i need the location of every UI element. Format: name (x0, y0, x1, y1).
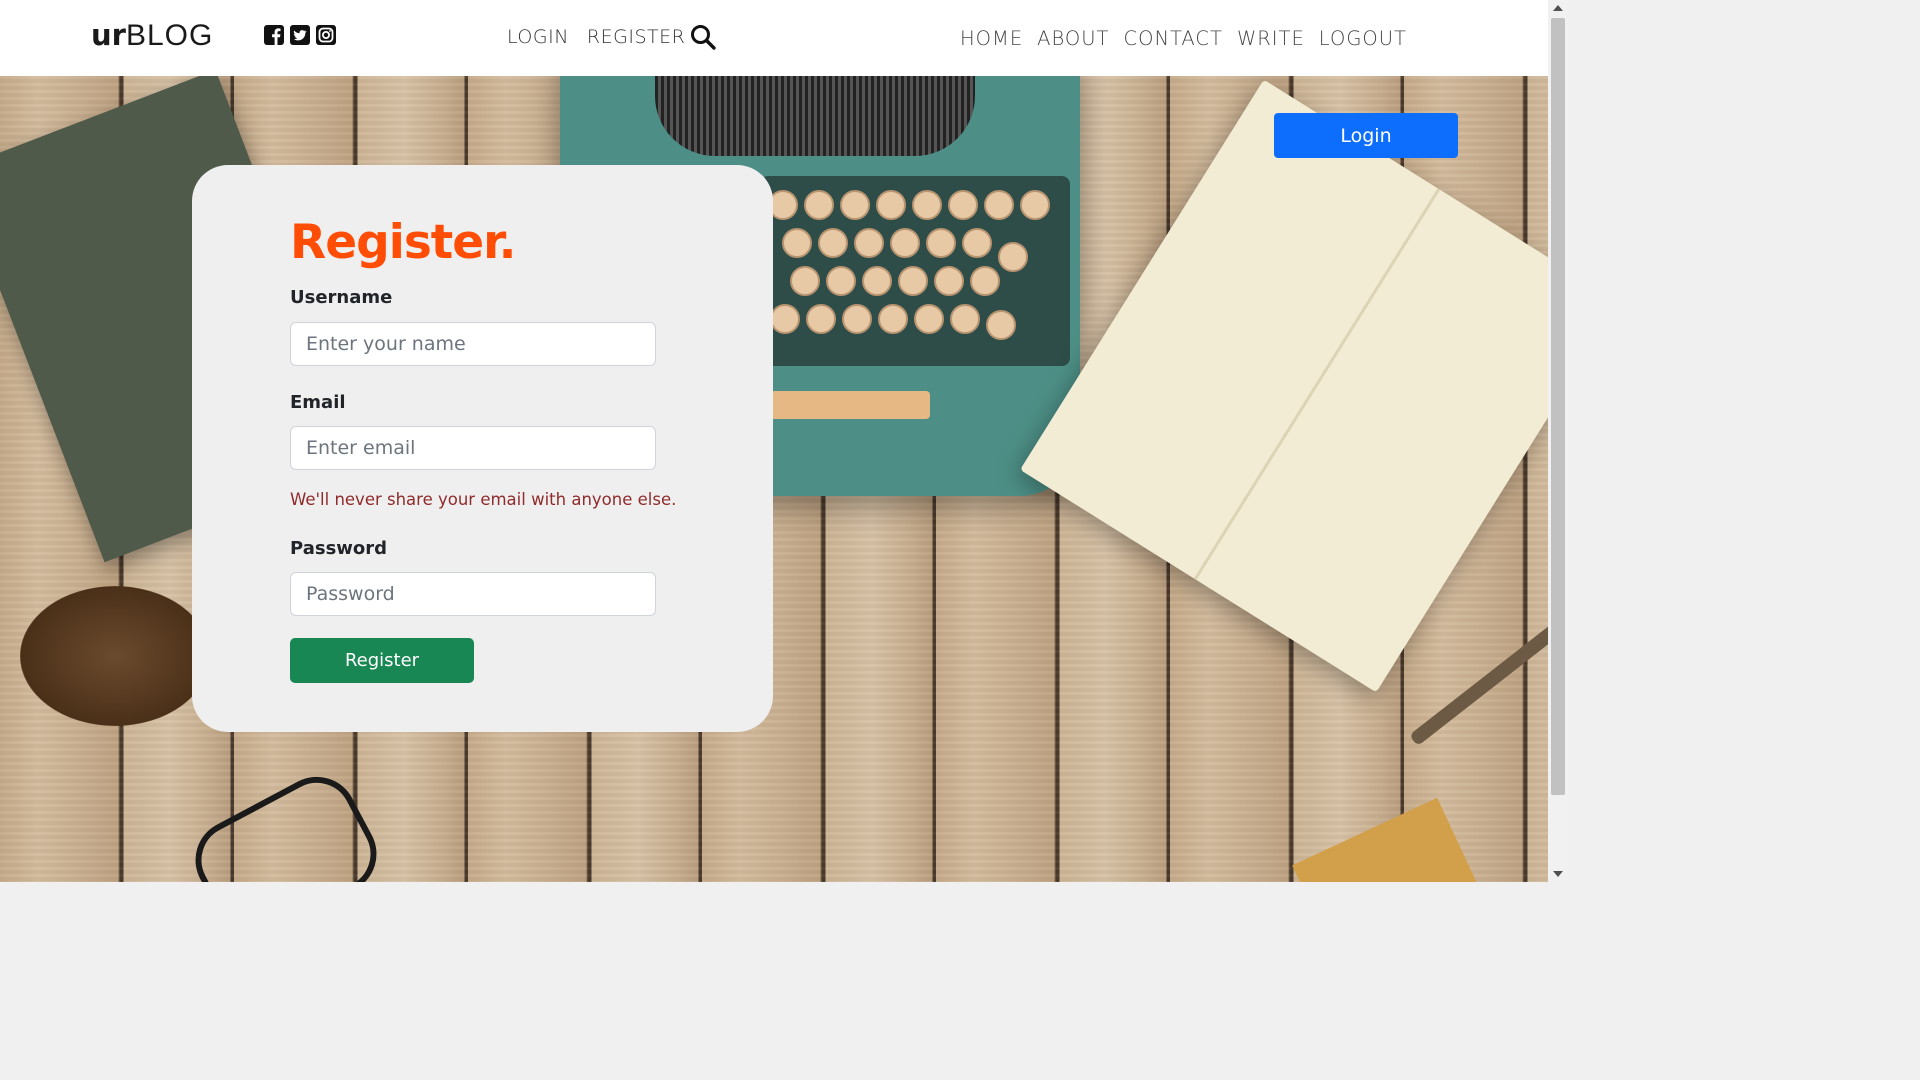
scrollbar-thumb[interactable] (1551, 18, 1565, 795)
facebook-square-icon[interactable] (263, 24, 285, 46)
nav-contact-link[interactable]: CONTACT (1123, 27, 1222, 50)
username-input[interactable] (290, 322, 656, 366)
top-navbar: urBLOG LOGIN REGISTER HOME ABOUT CONTACT… (0, 0, 1548, 76)
register-submit-button[interactable]: Register (290, 638, 474, 683)
nav-logout-link[interactable]: LOGOUT (1319, 27, 1407, 50)
scroll-up-arrow-icon[interactable] (1553, 5, 1563, 11)
center-nav: LOGIN REGISTER (507, 26, 703, 48)
nav-write-link[interactable]: WRITE (1237, 27, 1305, 50)
vertical-scrollbar[interactable] (1548, 0, 1568, 882)
email-help-text: We'll never share your email with anyone… (290, 490, 677, 509)
typewriter-keys (760, 176, 1070, 366)
scroll-down-arrow-icon[interactable] (1553, 871, 1563, 877)
email-input[interactable] (290, 426, 656, 470)
typewriter-ribbon (655, 76, 975, 156)
nav-register-link[interactable]: REGISTER (587, 26, 685, 48)
pinecone-decoration (20, 586, 210, 726)
brand-light-text: BLOG (125, 19, 214, 52)
hero-login-button[interactable]: Login (1274, 113, 1458, 158)
twitter-square-icon[interactable] (289, 24, 311, 46)
register-title: Register. (290, 215, 516, 270)
instagram-icon[interactable] (315, 24, 337, 46)
brand-bold-text: ur (91, 18, 126, 52)
search-icon[interactable] (689, 23, 717, 51)
brand-logo[interactable]: urBLOG (91, 18, 213, 53)
typewriter-spacebar (770, 391, 930, 419)
right-nav: HOME ABOUT CONTACT WRITE LOGOUT (960, 27, 1421, 50)
nav-home-link[interactable]: HOME (960, 27, 1023, 50)
email-label: Email (290, 392, 346, 413)
password-input[interactable] (290, 572, 656, 616)
nav-login-link[interactable]: LOGIN (507, 26, 569, 48)
social-links (263, 24, 337, 46)
register-card: Register. Username Email We'll never sha… (192, 165, 773, 732)
username-label: Username (290, 287, 393, 308)
nav-about-link[interactable]: ABOUT (1037, 27, 1109, 50)
password-label: Password (290, 538, 388, 559)
